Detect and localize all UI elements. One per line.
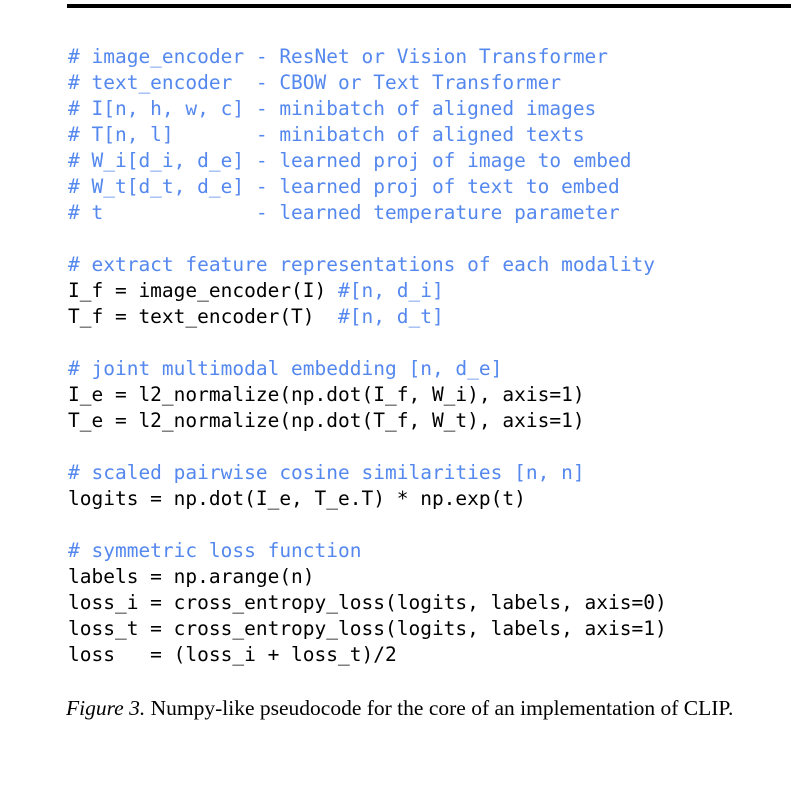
code-line: # text_encoder - CBOW or Text Transforme…: [68, 70, 791, 96]
column-top-rule: [67, 4, 791, 8]
code-line: # I[n, h, w, c] - minibatch of aligned i…: [68, 96, 791, 122]
code-source: I_f = image_encoder(I): [68, 278, 339, 302]
code-comment: # text_encoder - CBOW or Text Transforme…: [68, 70, 562, 94]
code-line: T_f = text_encoder(T) #[n, d_t]: [68, 304, 791, 330]
figure-caption-text: Numpy-like pseudocode for the core of an…: [145, 696, 734, 720]
code-source: loss_i = cross_entropy_loss(logits, labe…: [68, 590, 667, 614]
code-comment: # extract feature representations of eac…: [68, 252, 655, 276]
code-line: loss = (loss_i + loss_t)/2: [68, 642, 791, 668]
code-line: # W_t[d_t, d_e] - learned proj of text t…: [68, 174, 791, 200]
code-line: # scaled pairwise cosine similarities [n…: [68, 460, 791, 486]
figure-container: # image_encoder - ResNet or Vision Trans…: [0, 0, 791, 806]
code-comment: # symmetric loss function: [68, 538, 362, 562]
code-line: # extract feature representations of eac…: [68, 252, 791, 278]
code-comment: # t - learned temperature parameter: [68, 200, 620, 224]
code-line: # image_encoder - ResNet or Vision Trans…: [68, 44, 791, 70]
code-comment: # W_t[d_t, d_e] - learned proj of text t…: [68, 174, 620, 198]
figure-caption-label: Figure 3.: [66, 696, 146, 720]
code-line: I_f = image_encoder(I) #[n, d_i]: [68, 278, 791, 304]
code-source: loss = (loss_i + loss_t)/2: [68, 642, 397, 666]
code-line: loss_t = cross_entropy_loss(logits, labe…: [68, 616, 791, 642]
code-line: I_e = l2_normalize(np.dot(I_f, W_i), axi…: [68, 382, 791, 408]
code-source: T_e = l2_normalize(np.dot(T_f, W_t), axi…: [68, 408, 585, 432]
code-line: T_e = l2_normalize(np.dot(T_f, W_t), axi…: [68, 408, 791, 434]
code-comment: # scaled pairwise cosine similarities [n…: [68, 460, 585, 484]
code-comment: # W_i[d_i, d_e] - learned proj of image …: [68, 148, 632, 172]
code-comment: #[n, d_i]: [338, 278, 444, 302]
pseudocode-block: # image_encoder - ResNet or Vision Trans…: [68, 44, 791, 668]
code-line: # symmetric loss function: [68, 538, 791, 564]
code-line: # t - learned temperature parameter: [68, 200, 791, 226]
figure-caption: Figure 3. Numpy-like pseudocode for the …: [66, 694, 766, 722]
code-line: loss_i = cross_entropy_loss(logits, labe…: [68, 590, 791, 616]
code-source: I_e = l2_normalize(np.dot(I_f, W_i), axi…: [68, 382, 585, 406]
code-line: logits = np.dot(I_e, T_e.T) * np.exp(t): [68, 486, 791, 512]
code-comment: # T[n, l] - minibatch of aligned texts: [68, 122, 585, 146]
code-comment: # joint multimodal embedding [n, d_e]: [68, 356, 503, 380]
code-comment: #[n, d_t]: [338, 304, 444, 328]
code-line: # T[n, l] - minibatch of aligned texts: [68, 122, 791, 148]
code-comment: # image_encoder - ResNet or Vision Trans…: [68, 44, 609, 68]
code-source: labels = np.arange(n): [68, 564, 315, 588]
code-source: T_f = text_encoder(T): [68, 304, 339, 328]
code-comment: # I[n, h, w, c] - minibatch of aligned i…: [68, 96, 597, 120]
code-source: logits = np.dot(I_e, T_e.T) * np.exp(t): [68, 486, 526, 510]
code-line: labels = np.arange(n): [68, 564, 791, 590]
code-line: # joint multimodal embedding [n, d_e]: [68, 356, 791, 382]
code-line: # W_i[d_i, d_e] - learned proj of image …: [68, 148, 791, 174]
code-source: loss_t = cross_entropy_loss(logits, labe…: [68, 616, 667, 640]
